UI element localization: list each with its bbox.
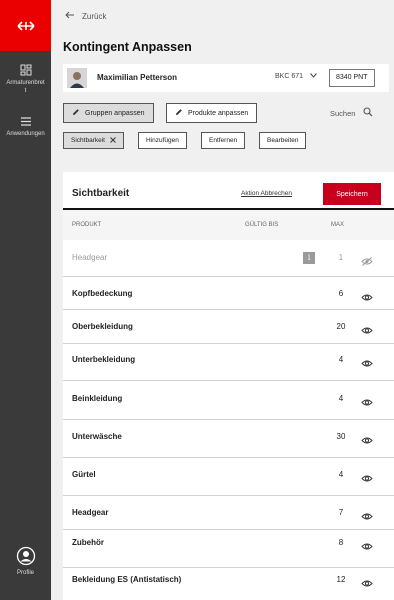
table-row[interactable]: Headgear 7 [63, 496, 394, 530]
account-select[interactable]: BKC 671 [275, 73, 317, 80]
product-name: Bekleidung ES (Antistatisch) [72, 575, 182, 584]
table-row[interactable]: Zubehör 8 [63, 530, 394, 568]
cancel-action-link[interactable]: Aktion Abbrechen [241, 190, 292, 197]
max-value: 7 [338, 508, 344, 517]
sidebar-item-dashboard[interactable]: Armaturenbrett [0, 64, 51, 95]
close-icon[interactable] [110, 136, 116, 145]
eye-off-icon[interactable] [361, 253, 373, 271]
eye-icon[interactable] [361, 432, 373, 450]
max-value: 6 [338, 289, 344, 298]
search-control[interactable]: Suchen [330, 107, 373, 119]
main-content: Zurück Kontingent Anpassen Maximilian Pe… [51, 0, 394, 600]
avatar [67, 68, 87, 88]
chevron-down-icon [310, 73, 317, 80]
eye-icon[interactable] [361, 538, 373, 556]
pencil-icon [175, 108, 183, 118]
info-icon[interactable]: i [303, 252, 315, 264]
table-row[interactable]: Unterbekleidung 4 [63, 344, 394, 381]
adjust-groups-button[interactable]: Gruppen anpassen [63, 103, 154, 123]
max-value: 4 [338, 470, 344, 479]
sidebar: Armaturenbrett Anwendungen Profile [0, 0, 51, 600]
max-value: 1 [338, 253, 344, 262]
sidebar-item-label: Armaturenbrett [6, 80, 45, 94]
account-number: BKC 671 [275, 73, 304, 80]
search-icon [363, 107, 373, 119]
table-row[interactable]: Gürtel 4 [63, 458, 394, 496]
product-name: Kopfbedeckung [72, 289, 133, 298]
sidebar-item-label: Anwendungen [6, 131, 45, 137]
arrow-left-icon [65, 11, 75, 21]
button-label: Produkte anpassen [188, 109, 249, 117]
table-row[interactable]: Unterwäsche 30 [63, 420, 394, 458]
chip-label: Sichtbarkeit [71, 137, 105, 144]
eye-icon[interactable] [361, 355, 373, 373]
eye-icon[interactable] [361, 289, 373, 307]
sbb-logo-icon[interactable] [0, 0, 51, 51]
column-header-max: MAX [331, 222, 345, 228]
dashboard-icon [0, 64, 51, 76]
column-header-valid-until: GÜLTIG BIS [245, 222, 279, 228]
points-badge: 8340 PNT [329, 69, 375, 87]
button-label: Gruppen anpassen [85, 109, 145, 117]
user-card: Maximilian Petterson BKC 671 8340 PNT [63, 64, 389, 92]
column-header-product: PRODUKT [72, 222, 102, 228]
remove-button[interactable]: Entfernen [201, 132, 246, 149]
user-name: Maximilian Petterson [97, 73, 178, 82]
sidebar-item-label: Profile [16, 570, 34, 576]
filter-chip-visibility[interactable]: Sichtbarkeit [63, 132, 124, 149]
add-button[interactable]: Hinzufügen [138, 132, 187, 149]
max-value: 12 [336, 575, 346, 584]
table-header: PRODUKT GÜLTIG BIS MAX [63, 210, 394, 240]
back-link[interactable]: Zurück [65, 11, 106, 21]
panel-title: Sichtbarkeit [72, 188, 130, 199]
table-row[interactable]: Kopfbedeckung 6 [63, 277, 394, 310]
search-label: Suchen [330, 108, 356, 118]
max-value: 4 [338, 394, 344, 403]
table-row[interactable]: Headgear i 1 [63, 240, 394, 277]
product-name: Gürtel [72, 470, 96, 479]
eye-icon[interactable] [361, 394, 373, 412]
sidebar-item-profile[interactable]: Profile [0, 546, 51, 577]
eye-icon[interactable] [361, 322, 373, 340]
sidebar-item-applications[interactable]: Anwendungen [0, 116, 51, 138]
table-row[interactable]: Oberbekleidung 20 [63, 310, 394, 344]
pencil-icon [72, 108, 80, 118]
eye-icon[interactable] [361, 575, 373, 593]
product-name: Headgear [72, 253, 108, 262]
save-button[interactable]: Speichern [323, 183, 381, 205]
visibility-panel: Sichtbarkeit Aktion Abbrechen Speichern … [63, 172, 394, 600]
product-name: Beinkleidung [72, 394, 123, 403]
table-row[interactable]: Bekleidung ES (Antistatisch) 12 [63, 568, 394, 600]
back-label: Zurück [82, 11, 107, 21]
product-name: Headgear [72, 508, 109, 517]
max-value: 30 [336, 432, 346, 441]
eye-icon[interactable] [361, 470, 373, 488]
max-value: 20 [336, 322, 346, 331]
max-value: 4 [338, 355, 344, 364]
product-name: Oberbekleidung [72, 322, 133, 331]
table-row[interactable]: Beinkleidung 4 [63, 381, 394, 420]
edit-button[interactable]: Bearbeiten [259, 132, 307, 149]
eye-icon[interactable] [361, 508, 373, 526]
adjust-products-button[interactable]: Produkte anpassen [166, 103, 258, 123]
max-value: 8 [338, 538, 344, 547]
page-title: Kontingent Anpassen [63, 40, 192, 54]
product-name: Zubehör [72, 538, 104, 547]
product-name: Unterwäsche [72, 432, 122, 441]
menu-icon [0, 116, 51, 127]
profile-icon [0, 546, 51, 566]
product-name: Unterbekleidung [72, 355, 136, 364]
